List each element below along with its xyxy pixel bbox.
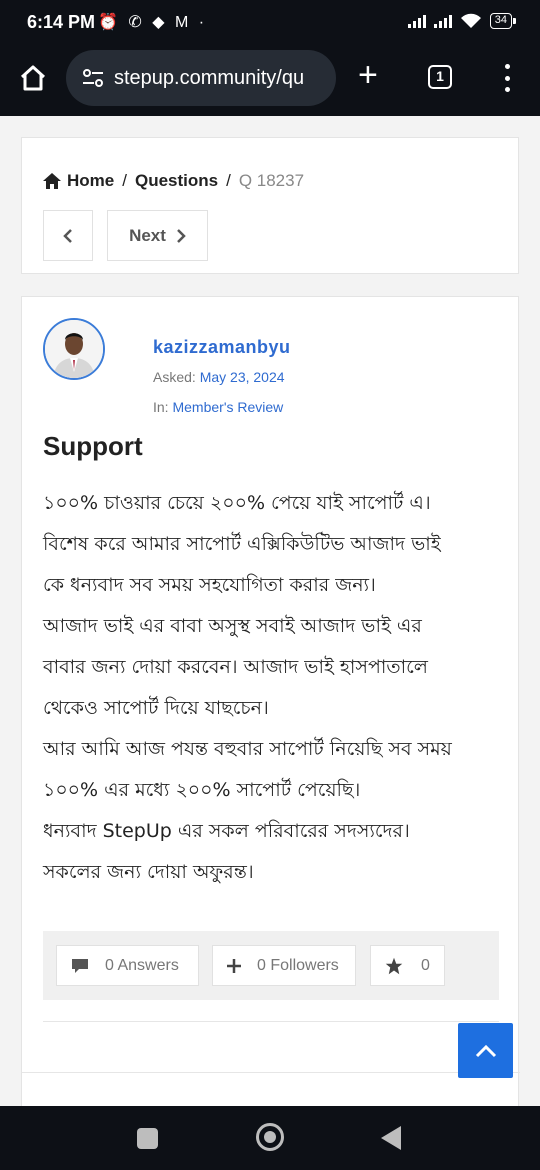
battery-icon: 34 <box>489 13 517 29</box>
breadcrumb: Home / Questions / Q 18237 <box>43 171 304 191</box>
answers-button[interactable]: 0 Answers <box>56 945 199 986</box>
asked-label: Asked: <box>153 369 196 385</box>
breadcrumb-questions-link[interactable]: Questions <box>135 171 218 191</box>
in-label: In: <box>153 399 169 415</box>
star-count: 0 <box>421 956 430 974</box>
chevron-right-icon <box>177 228 186 243</box>
question-body: ১০০% চাওয়ার চেয়ে ২০০% পেয়ে যাই সাপোর্… <box>43 483 503 893</box>
site-settings-icon[interactable] <box>82 69 104 87</box>
body-line: ১০০% এর মধ্যে ২০০% সাপোর্ট পেয়েছি। <box>43 779 361 801</box>
category-link[interactable]: Member's Review <box>172 399 283 415</box>
address-bar[interactable]: stepup.community/qu <box>66 50 336 106</box>
body-line: বাবার জন্য দোয়া করবেন। আজাদ ভাই হাসপাতা… <box>43 656 428 678</box>
signal-2-icon <box>433 14 452 28</box>
followers-count: 0 Followers <box>257 956 339 974</box>
recent-apps-button[interactable] <box>137 1128 158 1149</box>
tab-switcher-button[interactable]: 1 <box>428 65 452 89</box>
asked-meta: Asked: May 23, 2024 <box>153 369 285 385</box>
divider <box>22 1072 520 1073</box>
body-line: আর আমি আজ পযন্ত বহুবার সাপোর্ট নিয়েছি স… <box>43 738 452 760</box>
notification-icons: ⏰ ✆ ◆ M · <box>98 14 208 31</box>
chevron-up-icon <box>475 1044 496 1057</box>
answers-count: 0 Answers <box>105 956 179 974</box>
status-bar: 6:14 PM ⏰ ✆ ◆ M · 34 <box>0 0 540 46</box>
next-label: Next <box>129 225 166 245</box>
wifi-icon <box>460 13 481 28</box>
more-menu-icon[interactable] <box>499 64 515 92</box>
body-line: কে ধন্যবাদ সব সময় সহযোগিতা করার জন্য। <box>43 574 376 596</box>
breadcrumb-current: Q 18237 <box>238 171 305 190</box>
signal-icon <box>407 14 426 28</box>
system-navigation-bar <box>0 1106 540 1170</box>
favorite-button[interactable]: 0 <box>370 945 445 986</box>
star-icon <box>385 957 403 974</box>
body-line: ১০০% চাওয়ার চেয়ে ২০০% পেয়ে যাই সাপোর্… <box>43 492 431 514</box>
avatar[interactable] <box>43 318 105 380</box>
breadcrumb-separator: / <box>122 171 127 190</box>
plus-icon <box>227 958 241 973</box>
author-name[interactable]: kazizzamanbyu <box>153 337 291 358</box>
home-icon[interactable] <box>18 63 48 93</box>
url-text: stepup.community/qu <box>114 66 305 89</box>
question-actions: 0 Answers 0 Followers 0 <box>43 931 499 1000</box>
new-tab-button[interactable]: + <box>358 58 378 92</box>
body-line: আজাদ ভাই এর বাবা অসুস্থ সবাই আজাদ ভাই এর <box>43 615 422 637</box>
question-card: kazizzamanbyu Asked: May 23, 2024 In: Me… <box>21 296 520 1126</box>
chevron-left-icon <box>63 228 72 243</box>
scroll-to-top-button[interactable] <box>458 1023 513 1078</box>
back-button[interactable] <box>381 1126 401 1150</box>
body-line: থেকেও সাপোর্ট দিয়ে যাছচেন। <box>43 697 269 719</box>
asked-date-link[interactable]: May 23, 2024 <box>200 369 285 385</box>
comment-icon <box>72 958 88 973</box>
divider <box>43 1021 499 1022</box>
follow-button[interactable]: 0 Followers <box>212 945 356 986</box>
breadcrumb-home-link[interactable]: Home <box>67 171 114 191</box>
previous-button[interactable] <box>43 210 93 261</box>
user-photo-icon <box>45 320 103 378</box>
status-time: 6:14 PM <box>27 12 96 32</box>
browser-toolbar: stepup.community/qu + 1 <box>0 46 540 116</box>
body-line: বিশেষ করে আমার সাপোর্ট এক্সিকিউটিভ আজাদ … <box>43 533 441 555</box>
home-small-icon <box>43 173 61 189</box>
breadcrumb-card: Home / Questions / Q 18237 Next <box>21 137 519 274</box>
body-line: সকলের জন্য দোয়া অফুরন্ত। <box>43 861 254 883</box>
question-title: Support <box>43 431 143 461</box>
breadcrumb-separator: / <box>226 171 231 190</box>
next-button[interactable]: Next <box>107 210 208 261</box>
body-line: ধন্যবাদ StepUp এর সকল পরিবারের সদস্যদের। <box>43 820 410 842</box>
status-indicators: 34 <box>407 13 517 29</box>
home-button[interactable] <box>256 1123 284 1151</box>
category-meta: In: Member's Review <box>153 399 283 415</box>
